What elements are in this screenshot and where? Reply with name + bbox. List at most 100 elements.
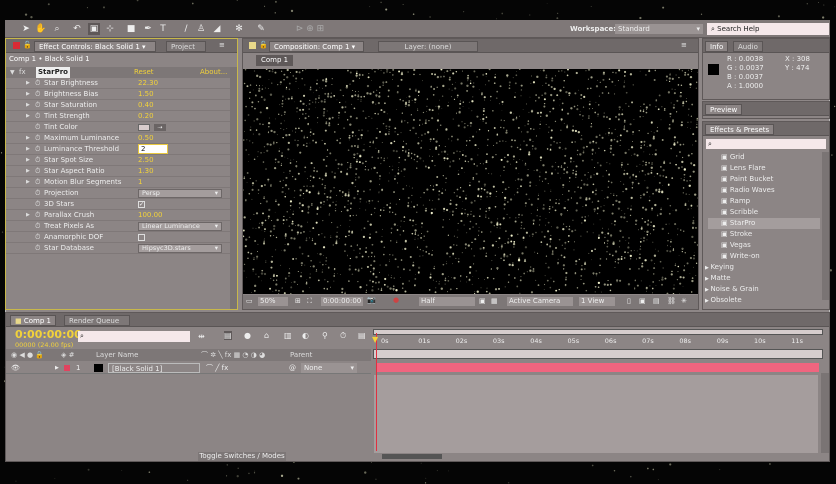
stopwatch-icon[interactable]: ⏱ <box>35 155 40 166</box>
transparency-grid-icon[interactable]: ▦ <box>491 297 498 305</box>
expand-triangle-icon[interactable]: ▶ <box>55 362 59 374</box>
param-row[interactable]: ▶ ⏱ Maximum Luminance 0.50 <box>6 133 236 144</box>
expand-triangle-icon[interactable]: ▶ <box>26 166 30 177</box>
expand-triangle-icon[interactable]: ▶ <box>26 210 30 221</box>
tab-composition[interactable]: Composition: Comp 1 ▾ <box>269 41 364 52</box>
live-update-icon[interactable]: ▤ <box>224 331 232 340</box>
hand-tool-icon[interactable]: ✋ <box>35 23 47 35</box>
mask-visibility-icon[interactable]: ⛶ <box>307 297 312 306</box>
param-row[interactable]: ▶ ⏱ Star Aspect Ratio 1.30 <box>6 166 236 177</box>
effect-item[interactable]: ▣ Radio Waves <box>708 185 820 196</box>
stopwatch-icon[interactable]: ⏱ <box>35 166 40 177</box>
clone-stamp-tool-icon[interactable]: ♙ <box>195 23 207 35</box>
param-row[interactable]: ⏱ Projection Persp <box>6 188 236 199</box>
reset-link[interactable]: Reset <box>134 67 154 78</box>
selection-tool-icon[interactable]: ➤ <box>20 23 32 35</box>
param-row[interactable]: ▶ ⏱ Motion Blur Segments 1 <box>6 177 236 188</box>
eyedropper-icon[interactable]: ⇢ <box>154 124 166 131</box>
layer-row[interactable]: 👁 ▶ 1 [Black Solid 1] ⌒ ╱ fx @ None ▾ <box>6 362 371 374</box>
brush-tool-icon[interactable]: / <box>180 23 192 35</box>
effect-item[interactable]: ▣ Vegas <box>708 240 820 251</box>
effect-category[interactable]: ▶ Matte <box>705 273 817 284</box>
view-layout-select[interactable]: 1 View <box>579 297 615 306</box>
effect-category[interactable]: ▶ Obsolete <box>705 295 817 306</box>
effect-item[interactable]: ▣ Write-on <box>708 251 820 262</box>
toggle-switches-modes-button[interactable]: Toggle Switches / Modes <box>198 452 286 461</box>
panel-menu-icon[interactable]: ≡ <box>219 41 225 49</box>
stopwatch-icon[interactable]: ⏱ <box>35 89 40 100</box>
current-time-indicator[interactable] <box>376 333 377 451</box>
parent-header[interactable]: Parent <box>290 349 312 361</box>
expand-triangle-icon[interactable]: ▶ <box>26 78 30 89</box>
rotate-tool-icon[interactable]: ↶ <box>71 23 83 35</box>
stopwatch-icon[interactable]: ⏱ <box>35 133 40 144</box>
tab-render-queue[interactable]: Render Queue <box>64 315 130 326</box>
param-value[interactable]: 0.50 <box>138 133 154 144</box>
search-help-input[interactable]: ⌕ Search Help <box>707 23 829 35</box>
region-of-interest-icon[interactable]: ▣ <box>479 297 486 305</box>
effect-category[interactable]: ▶ Keying <box>705 262 817 273</box>
video-toggle-icon[interactable]: 👁 <box>11 362 20 374</box>
resolution-select[interactable]: Half <box>419 297 475 306</box>
param-row[interactable]: ⏱ 3D Stars ✓ <box>6 199 236 210</box>
comp-mini-flowchart-icon[interactable]: ⇹ <box>198 332 205 341</box>
effect-item[interactable]: ▣ Scribble <box>708 207 820 218</box>
effect-name[interactable]: StarPro <box>36 67 70 78</box>
param-row[interactable]: ▶ ⏱ Luminance Threshold 2 <box>6 144 236 155</box>
checkbox[interactable] <box>138 234 145 241</box>
tab-comp-1[interactable]: ■ Comp 1 <box>10 315 56 326</box>
flowchart-icon[interactable]: ⛓ <box>667 297 676 305</box>
param-value[interactable]: 22.30 <box>138 78 158 89</box>
param-value[interactable]: 2.50 <box>138 155 154 166</box>
camera-tool-icon[interactable]: ▣ <box>88 23 100 35</box>
scrollbar[interactable] <box>821 373 829 453</box>
playhead-icon[interactable]: ▼ <box>372 335 378 344</box>
param-dropdown[interactable]: Hipsyc3D.stars <box>138 244 222 253</box>
fast-previews-icon[interactable]: ▣ <box>639 297 646 305</box>
tab-effects-presets[interactable]: Effects & Presets <box>705 124 775 135</box>
layer-switches[interactable]: ⌒ ╱ fx <box>206 362 228 374</box>
pan-behind-tool-icon[interactable]: ⊹ <box>104 23 116 35</box>
param-row[interactable]: ⏱ Anamorphic DOF <box>6 232 236 243</box>
snapshot-icon[interactable]: 📷 <box>367 296 376 304</box>
stopwatch-icon[interactable]: ⏱ <box>35 232 40 243</box>
param-value[interactable]: 1 <box>138 177 142 188</box>
expand-triangle-icon[interactable]: ▶ <box>26 155 30 166</box>
parent-pickwhip-icon[interactable]: @ <box>289 362 296 374</box>
effect-item[interactable]: ▣ Lens Flare <box>708 163 820 174</box>
expand-triangle-icon[interactable]: ▶ <box>26 89 30 100</box>
scrollbar[interactable] <box>822 152 829 300</box>
effects-search-input[interactable]: ⌕ <box>706 139 826 149</box>
expand-triangle-icon[interactable]: ▶ <box>26 133 30 144</box>
param-value[interactable]: 100.00 <box>138 210 163 221</box>
channel-icon[interactable]: ● <box>393 296 399 304</box>
magnification-select[interactable]: 50% <box>258 297 288 306</box>
tab-project[interactable]: Project <box>166 41 206 52</box>
camera-select[interactable]: Active Camera <box>507 297 573 306</box>
stopwatch-icon[interactable]: ⏱ <box>35 78 40 89</box>
puppet-tool-icon[interactable]: ✎ <box>255 23 267 35</box>
expand-triangle-icon[interactable]: ▶ <box>26 100 30 111</box>
layer-name[interactable]: [Black Solid 1] <box>108 363 200 373</box>
rectangle-tool-icon[interactable]: ■ <box>125 23 137 35</box>
tab-audio[interactable]: Audio <box>733 41 763 52</box>
grid-icon[interactable]: ⊞ <box>295 297 301 305</box>
expand-triangle-icon[interactable]: ▶ <box>26 144 30 155</box>
tab-layer[interactable]: Layer: (none) <box>378 41 478 52</box>
tab-effect-controls[interactable]: Effect Controls: Black Solid 1 ▾ <box>34 41 156 52</box>
param-row[interactable]: ▶ ⏱ Star Brightness 22.30 <box>6 78 236 89</box>
stopwatch-icon[interactable]: ⏱ <box>35 122 40 133</box>
stopwatch-icon[interactable]: ⏱ <box>35 221 40 232</box>
stopwatch-icon[interactable]: ⏱ <box>35 188 40 199</box>
motion-blur-icon[interactable]: ◐ <box>302 331 309 340</box>
checkbox[interactable]: ✓ <box>138 201 145 208</box>
stopwatch-icon[interactable]: ⏱ <box>35 100 40 111</box>
roto-brush-tool-icon[interactable]: ✻ <box>233 23 245 35</box>
stopwatch-icon[interactable]: ⏱ <box>35 144 40 155</box>
stopwatch-icon[interactable]: ⏱ <box>35 210 40 221</box>
layer-duration-bar[interactable] <box>377 363 819 372</box>
parent-select[interactable]: None ▾ <box>301 363 357 373</box>
comp-navigator-chip[interactable]: Comp 1 <box>256 55 294 66</box>
param-dropdown[interactable]: Persp <box>138 189 222 198</box>
effect-item[interactable]: ▣ Paint Bucket <box>708 174 820 185</box>
